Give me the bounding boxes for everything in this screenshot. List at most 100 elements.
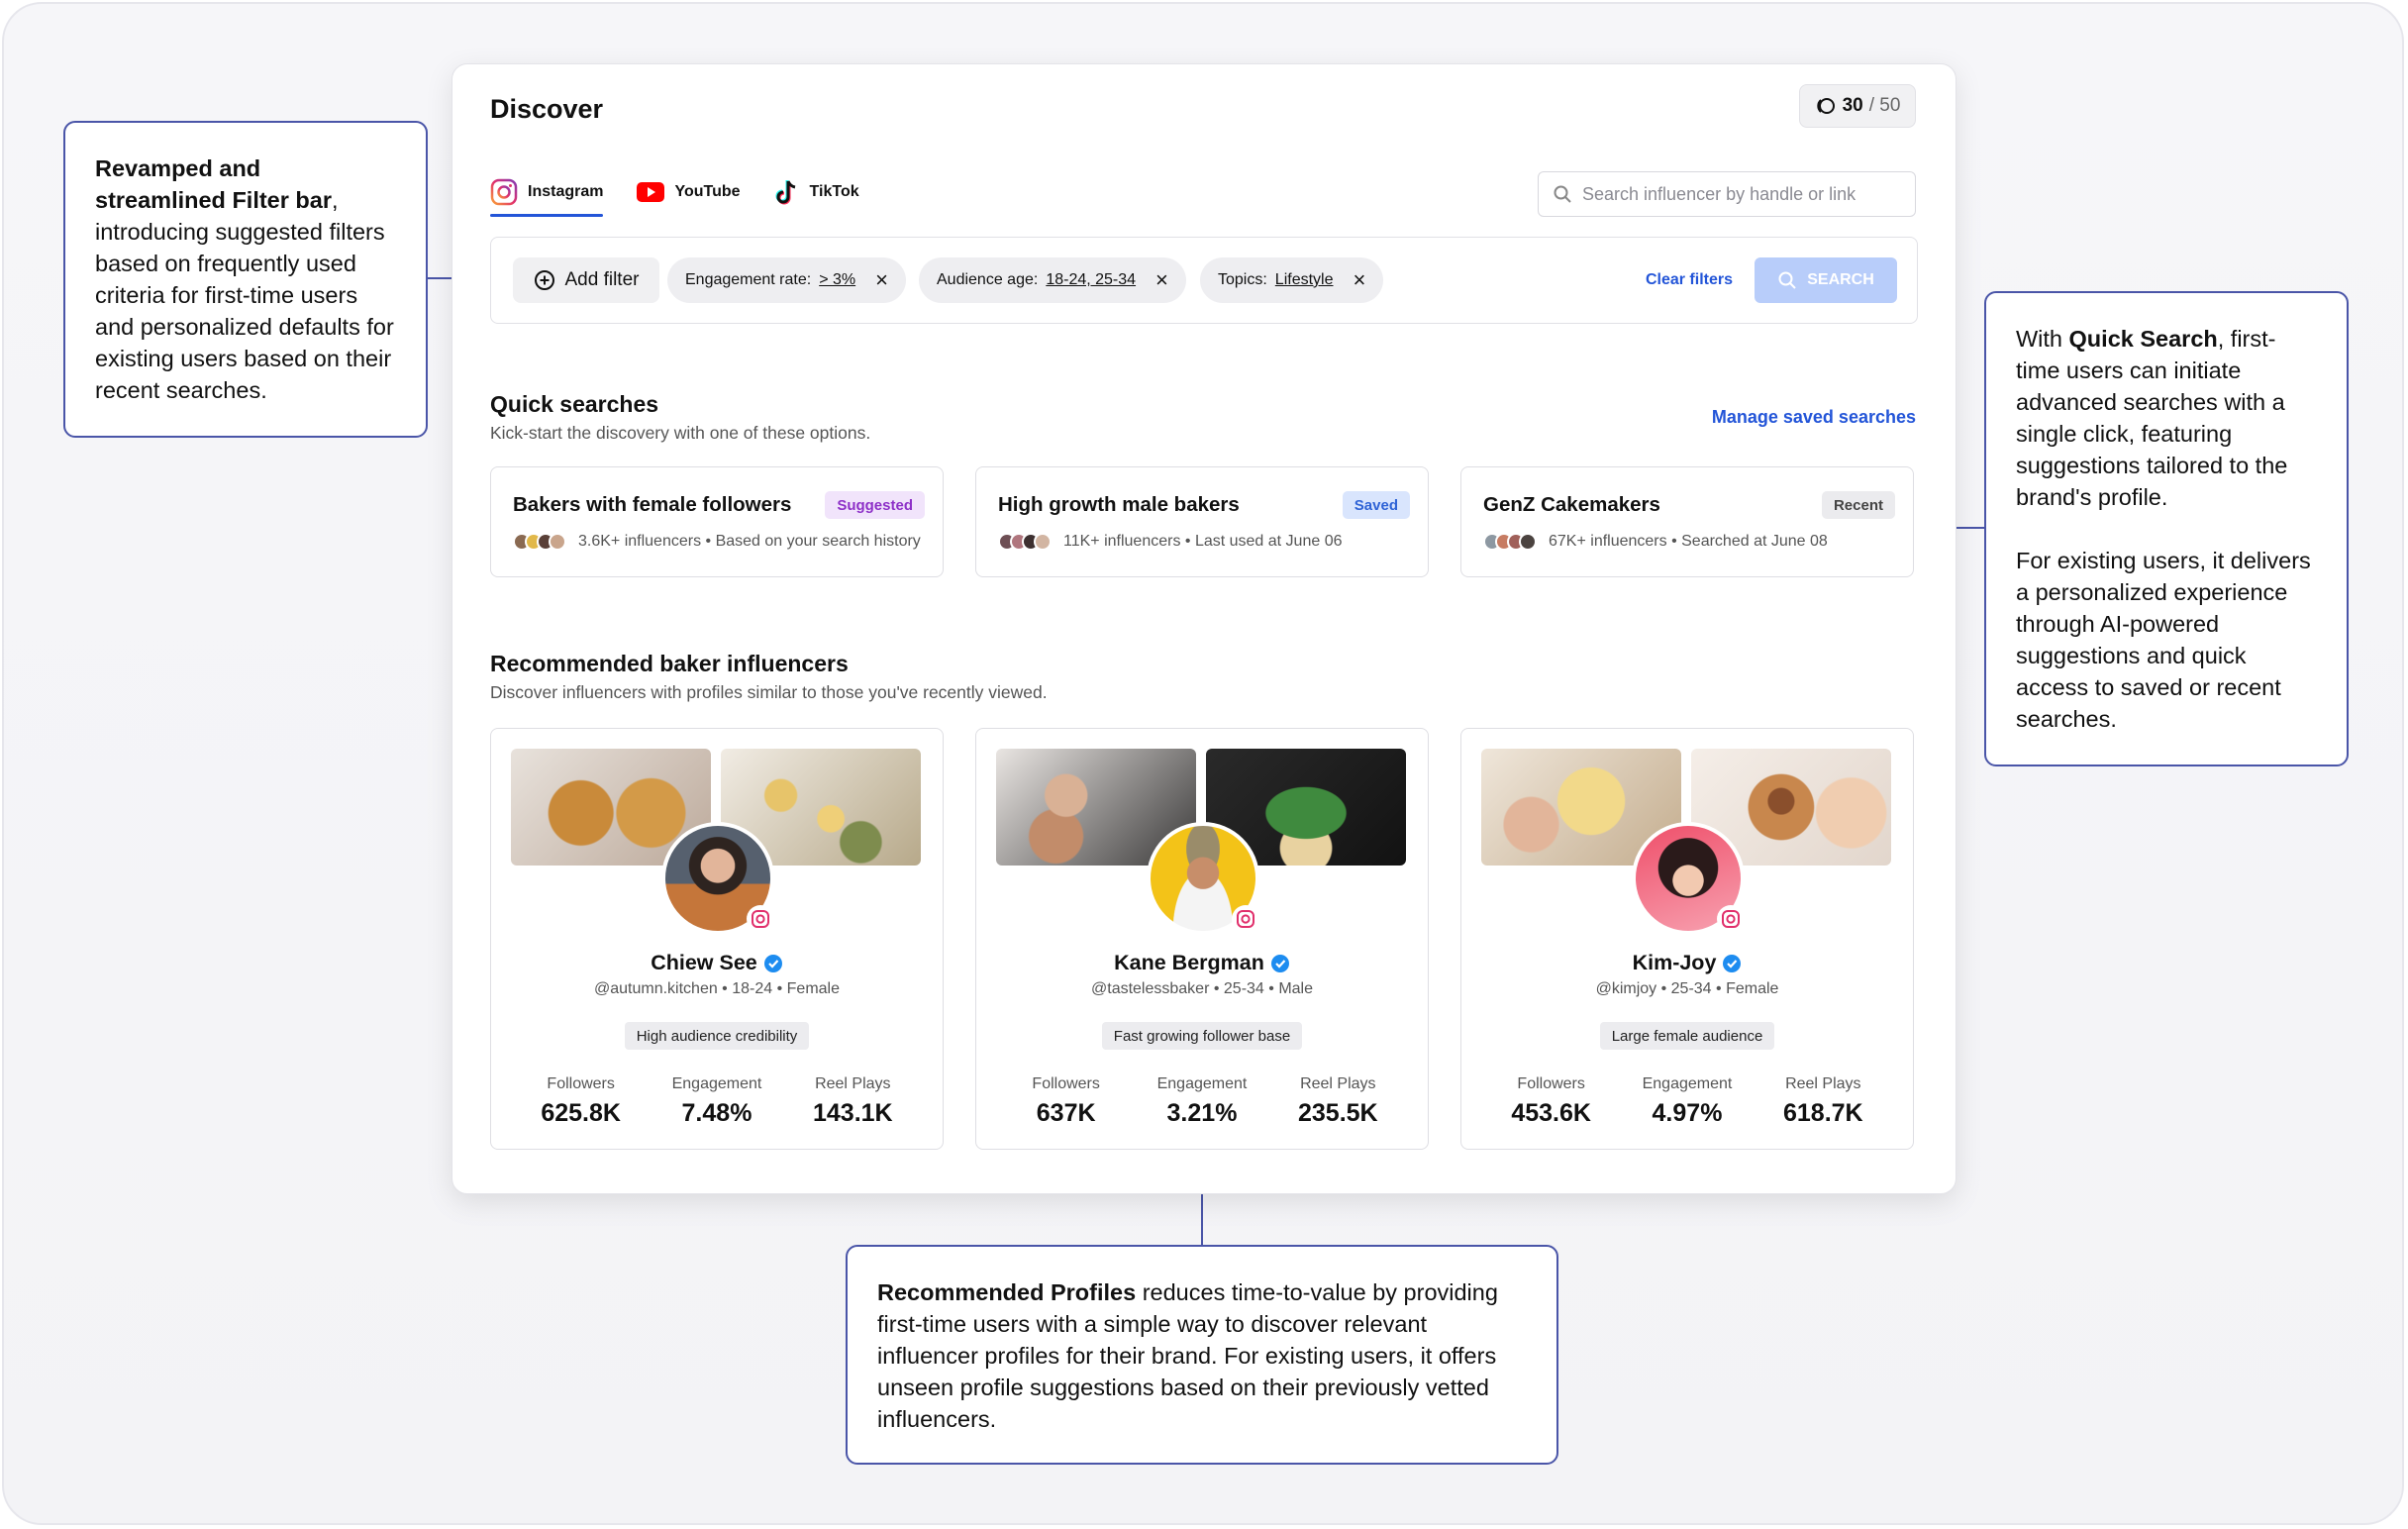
quick-search-meta: 67K+ influencers • Searched at June 08	[1483, 533, 1828, 551]
callout-rec-bold: Recommended Profiles	[877, 1279, 1137, 1305]
quick-search-title: Bakers with female followers	[513, 493, 792, 516]
profile-tag: Large female audience	[1599, 1022, 1775, 1050]
stat-followers: 625.8K	[541, 1099, 621, 1127]
tab-label: YouTube	[674, 183, 741, 200]
stat-label-followers: Followers	[1517, 1075, 1585, 1092]
quick-search-meta-text: 67K+ influencers • Searched at June 08	[1549, 533, 1828, 550]
tab-label: TikTok	[809, 183, 859, 200]
profile-tag: High audience credibility	[624, 1022, 810, 1050]
stat-label-engagement: Engagement	[1156, 1075, 1248, 1092]
stat-engagement: 7.48%	[681, 1099, 752, 1127]
page-title: Discover	[490, 94, 604, 124]
manage-saved-searches-link[interactable]: Manage saved searches	[1712, 407, 1916, 428]
clear-filters-link[interactable]: Clear filters	[1646, 271, 1733, 289]
search-button-label: SEARCH	[1807, 271, 1874, 288]
search-icon	[1554, 185, 1571, 203]
tab-tiktok[interactable]: TikTok	[774, 175, 859, 209]
callout-quick-pre: With	[2016, 326, 2069, 352]
profile-stats: Followers 637K Engagement 3.21% Reel Plays…	[976, 1075, 1428, 1128]
profile-name: Chiew See	[491, 951, 943, 975]
status-badge: Suggested	[825, 491, 925, 519]
callout-quick-search: With Quick Search, first-time users can …	[1984, 291, 2349, 766]
instagram-icon	[1717, 905, 1745, 933]
status-badge: Saved	[1342, 491, 1410, 519]
recommended-title: Recommended baker influencers	[490, 651, 849, 676]
chip-key: Audience age:	[937, 271, 1039, 288]
stat-plays: 143.1K	[813, 1099, 893, 1127]
stat-plays: 618.7K	[1783, 1099, 1863, 1127]
quick-search-meta-text: 11K+ influencers • Last used at June 06	[1063, 533, 1343, 550]
search-icon	[1778, 271, 1796, 289]
filter-chip-topics[interactable]: Topics: Lifestyle ×	[1200, 257, 1384, 303]
profile-name-text: Chiew See	[651, 951, 757, 974]
avatar-stack	[1483, 533, 1537, 551]
profile-name-text: Kane Bergman	[1114, 951, 1264, 974]
stat-label-plays: Reel Plays	[815, 1075, 891, 1092]
quick-search-card[interactable]: GenZ Cakemakers Recent 67K+ influencers …	[1460, 466, 1914, 577]
plus-circle-icon	[534, 270, 554, 290]
chip-value: 18-24, 25-34	[1046, 271, 1137, 288]
profile-name-text: Kim-Joy	[1632, 951, 1717, 974]
status-badge: Recent	[1821, 491, 1895, 519]
filter-bar: Add filter Engagement rate: > 3% × Audie…	[490, 237, 1918, 324]
stat-label-engagement: Engagement	[1642, 1075, 1733, 1092]
callout-filter-bold: Revamped and streamlined Filter bar	[95, 155, 332, 213]
close-icon[interactable]: ×	[1354, 269, 1366, 291]
stat-label-plays: Reel Plays	[1785, 1075, 1861, 1092]
credits-used: 30	[1842, 95, 1863, 116]
avatar	[1034, 533, 1052, 551]
stat-engagement: 4.97%	[1652, 1099, 1723, 1127]
stat-plays: 235.5K	[1298, 1099, 1378, 1127]
stat-followers: 453.6K	[1511, 1099, 1591, 1127]
callout-quick-text2: For existing users, it delivers a person…	[2016, 548, 2311, 732]
avatar-stack	[998, 533, 1052, 551]
search-input[interactable]	[1582, 183, 1899, 205]
profile-handle: @autumn.kitchen • 18-24 • Female	[593, 980, 840, 997]
instagram-icon	[1232, 905, 1259, 933]
instagram-icon	[747, 905, 774, 933]
stat-engagement: 3.21%	[1166, 1099, 1238, 1127]
verified-icon	[763, 954, 782, 972]
filter-chip-engagement[interactable]: Engagement rate: > 3% ×	[667, 257, 906, 303]
avatar-stack	[513, 533, 566, 551]
callout-filter-text: , introducing suggested filters based on…	[95, 187, 394, 403]
filter-chip-audience-age[interactable]: Audience age: 18-24, 25-34 ×	[919, 257, 1186, 303]
add-filter-button[interactable]: Add filter	[513, 257, 659, 303]
close-icon[interactable]: ×	[1155, 269, 1168, 291]
stat-label-engagement: Engagement	[671, 1075, 762, 1092]
profile-handle: @kimjoy • 25-34 • Female	[1595, 980, 1779, 997]
add-filter-label: Add filter	[564, 269, 640, 290]
profile-card[interactable]: Kim-Joy @kimjoy • 25-34 • Female Large f…	[1460, 728, 1914, 1150]
stat-label-followers: Followers	[1032, 1075, 1100, 1092]
platform-tabs: Instagram YouTube TikTok	[490, 175, 859, 217]
callout-quick-bold: Quick Search	[2068, 326, 2218, 352]
youtube-icon	[637, 182, 665, 202]
quick-searches-subtitle: Kick-start the discovery with one of the…	[490, 423, 871, 443]
close-icon[interactable]: ×	[875, 269, 888, 291]
quick-search-meta: 3.6K+ influencers • Based on your search…	[513, 533, 921, 551]
profile-name: Kane Bergman	[976, 951, 1428, 975]
quick-search-meta: 11K+ influencers • Last used at June 06	[998, 533, 1343, 551]
chip-key: Topics:	[1218, 271, 1267, 288]
profile-stats: Followers 453.6K Engagement 4.97% Reel Pla…	[1461, 1075, 1913, 1128]
stat-followers: 637K	[1036, 1099, 1096, 1127]
credits-icon	[1816, 98, 1835, 114]
credits-counter: 30 / 50	[1799, 84, 1916, 128]
instagram-icon	[490, 178, 518, 206]
tab-youtube[interactable]: YouTube	[637, 175, 741, 209]
search-button[interactable]: SEARCH	[1755, 257, 1897, 303]
recommended-subtitle: Discover influencers with profiles simil…	[490, 682, 1048, 702]
chip-value: > 3%	[819, 271, 856, 288]
avatar	[549, 533, 566, 551]
profile-card[interactable]: Chiew See @autumn.kitchen • 18-24 • Fema…	[490, 728, 944, 1150]
chip-key: Engagement rate:	[685, 271, 812, 288]
callout-quick-text: , first-time users can initiate advanced…	[2016, 326, 2288, 510]
stat-label-followers: Followers	[547, 1075, 615, 1092]
profile-name: Kim-Joy	[1461, 951, 1913, 975]
tab-instagram[interactable]: Instagram	[490, 175, 604, 217]
profile-card[interactable]: Kane Bergman @tastelessbaker • 25-34 • M…	[975, 728, 1429, 1150]
quick-searches-title: Quick searches	[490, 391, 659, 417]
callout-filter-bar: Revamped and streamlined Filter bar, int…	[63, 121, 428, 438]
quick-search-card[interactable]: High growth male bakers Saved 11K+ influ…	[975, 466, 1429, 577]
quick-search-card[interactable]: Bakers with female followers Suggested 3…	[490, 466, 944, 577]
